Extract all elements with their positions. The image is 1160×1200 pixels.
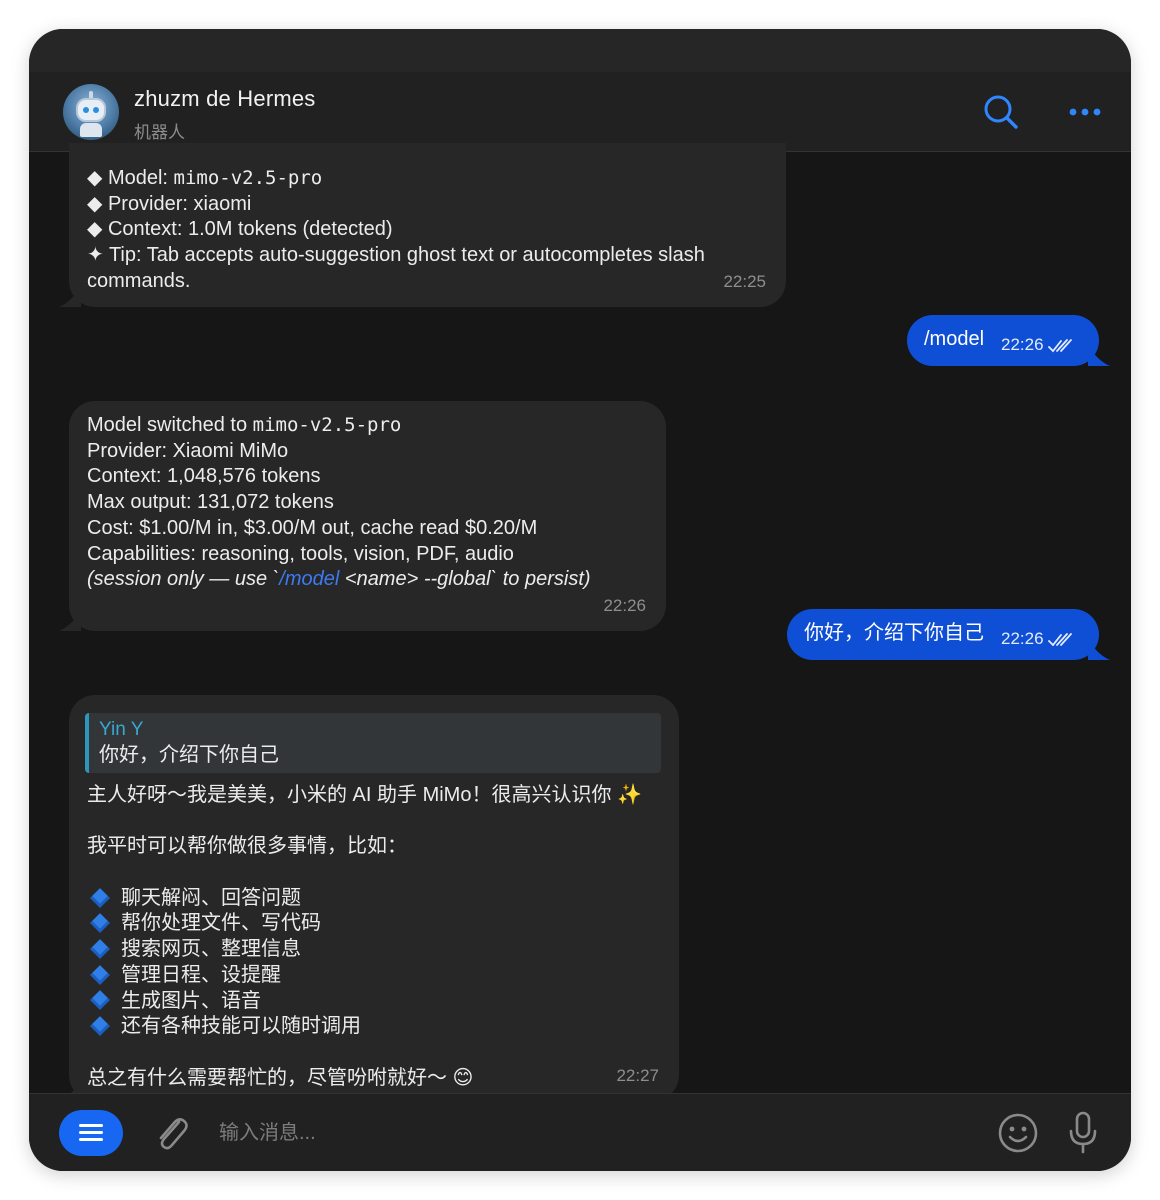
chat-window: zhuzm de Hermes 机器人 ◆ Model: mimo-v2.5-p… — [29, 29, 1131, 1171]
message-composer — [29, 1093, 1131, 1171]
quote-author: Yin Y — [99, 719, 144, 740]
bubble-tail — [59, 609, 81, 631]
list-item: 帮你处理文件、写代码 — [87, 911, 642, 937]
message-text: 你好，介绍下你自己 — [804, 622, 984, 644]
message-note: (session only — use `/model <name> --glo… — [87, 568, 591, 591]
blue-diamond-icon — [90, 913, 110, 934]
reply-quote[interactable]: Yin Y 你好，介绍下你自己 — [85, 713, 661, 773]
chat-name[interactable]: zhuzm de Hermes — [134, 86, 316, 112]
message-list[interactable]: ◆ Model: mimo-v2.5-pro ◆ Provider: xiaom… — [29, 143, 1131, 1101]
command-link[interactable]: /model — [279, 568, 339, 590]
menu-icon-bar — [79, 1131, 103, 1134]
message-time: 22:25 — [723, 272, 766, 292]
blue-diamond-icon — [90, 1016, 110, 1036]
quote-text: 你好，介绍下你自己 — [99, 744, 279, 766]
message-line: Provider: Xiaomi MiMo — [87, 439, 289, 462]
message-line: Cost: $1.00/M in, $3.00/M out, cache rea… — [87, 516, 538, 539]
message-line: ✦ Tip: Tab accepts auto-suggestion ghost… — [87, 244, 705, 267]
double-check-icon — [1048, 338, 1073, 352]
message-line: commands. — [87, 269, 191, 292]
list-item: 聊天解闷、回答问题 — [87, 886, 642, 912]
chat-header: zhuzm de Hermes 机器人 — [29, 72, 1131, 152]
message-time: 22:26 — [1001, 626, 1074, 652]
blue-diamond-icon — [90, 990, 110, 1011]
bubble-tail — [1088, 638, 1110, 660]
message-line: 主人好呀～我是美美，小米的 AI 助手 MiMo！很高兴认识你 ✨ — [87, 784, 642, 806]
message-time: 22:26 — [603, 596, 646, 616]
robot-eye-left — [83, 107, 89, 113]
double-check-icon — [1048, 632, 1073, 646]
message-line: Context: 1,048,576 tokens — [87, 465, 321, 488]
robot-eye-right — [93, 107, 99, 113]
list-item: 还有各种技能可以随时调用 — [87, 1014, 642, 1040]
message-line: ◆ Context: 1.0M tokens (detected) — [87, 218, 393, 241]
message-text: /model — [924, 328, 985, 350]
message-line: ◆ Model: mimo-v2.5-pro — [87, 167, 323, 189]
message-line: Model switched to mimo-v2.5-pro — [87, 414, 402, 436]
message-bubble-model-info[interactable]: ◆ Model: mimo-v2.5-pro ◆ Provider: xiaom… — [69, 143, 786, 307]
message-line: 总之有什么需要帮忙的，尽管吩咐就好～ 😊 — [87, 1066, 474, 1089]
menu-icon-bar — [79, 1138, 103, 1141]
message-line: ◆ Provider: xiaomi — [87, 192, 252, 215]
blue-diamond-icon — [90, 964, 110, 985]
message-time: 22:26 — [1001, 332, 1074, 358]
more-dots-icon[interactable] — [1065, 92, 1105, 132]
paperclip-icon[interactable] — [151, 1112, 191, 1156]
blue-diamond-icon — [90, 939, 110, 959]
robot-body — [80, 123, 102, 137]
menu-button[interactable] — [59, 1110, 123, 1156]
message-bubble-outgoing[interactable]: 你好，介绍下你自己 22:26 — [787, 609, 1099, 660]
message-input[interactable] — [219, 1116, 959, 1150]
message-bubble-reply[interactable]: Yin Y 你好，介绍下你自己 主人好呀～我是美美，小米的 AI 助手 MiMo… — [69, 695, 679, 1101]
list-item: 生成图片、语音 — [87, 989, 642, 1015]
bubble-tail — [1088, 344, 1110, 366]
message-bubble-model-switched[interactable]: Model switched to mimo-v2.5-pro Provider… — [69, 401, 666, 631]
robot-head — [76, 98, 106, 122]
message-time: 22:27 — [616, 1066, 659, 1086]
list-item: 搜索网页、整理信息 — [87, 937, 642, 963]
message-line: Capabilities: reasoning, tools, vision, … — [87, 542, 514, 565]
message-line: Max output: 131,072 tokens — [87, 491, 334, 514]
list-item: 管理日程、设提醒 — [87, 963, 642, 989]
message-line: 我平时可以帮你做很多事情，比如： — [87, 835, 407, 858]
chat-subtitle: 机器人 — [134, 123, 185, 142]
microphone-icon[interactable] — [1065, 1110, 1101, 1156]
search-icon[interactable] — [981, 92, 1021, 132]
bubble-tail — [59, 285, 81, 307]
robot-avatar[interactable] — [63, 84, 119, 140]
smiley-icon[interactable] — [997, 1112, 1039, 1154]
title-bar — [29, 29, 1131, 72]
blue-diamond-icon — [90, 887, 110, 908]
message-bubble-outgoing[interactable]: /model 22:26 — [907, 315, 1099, 366]
menu-icon — [79, 1124, 103, 1127]
